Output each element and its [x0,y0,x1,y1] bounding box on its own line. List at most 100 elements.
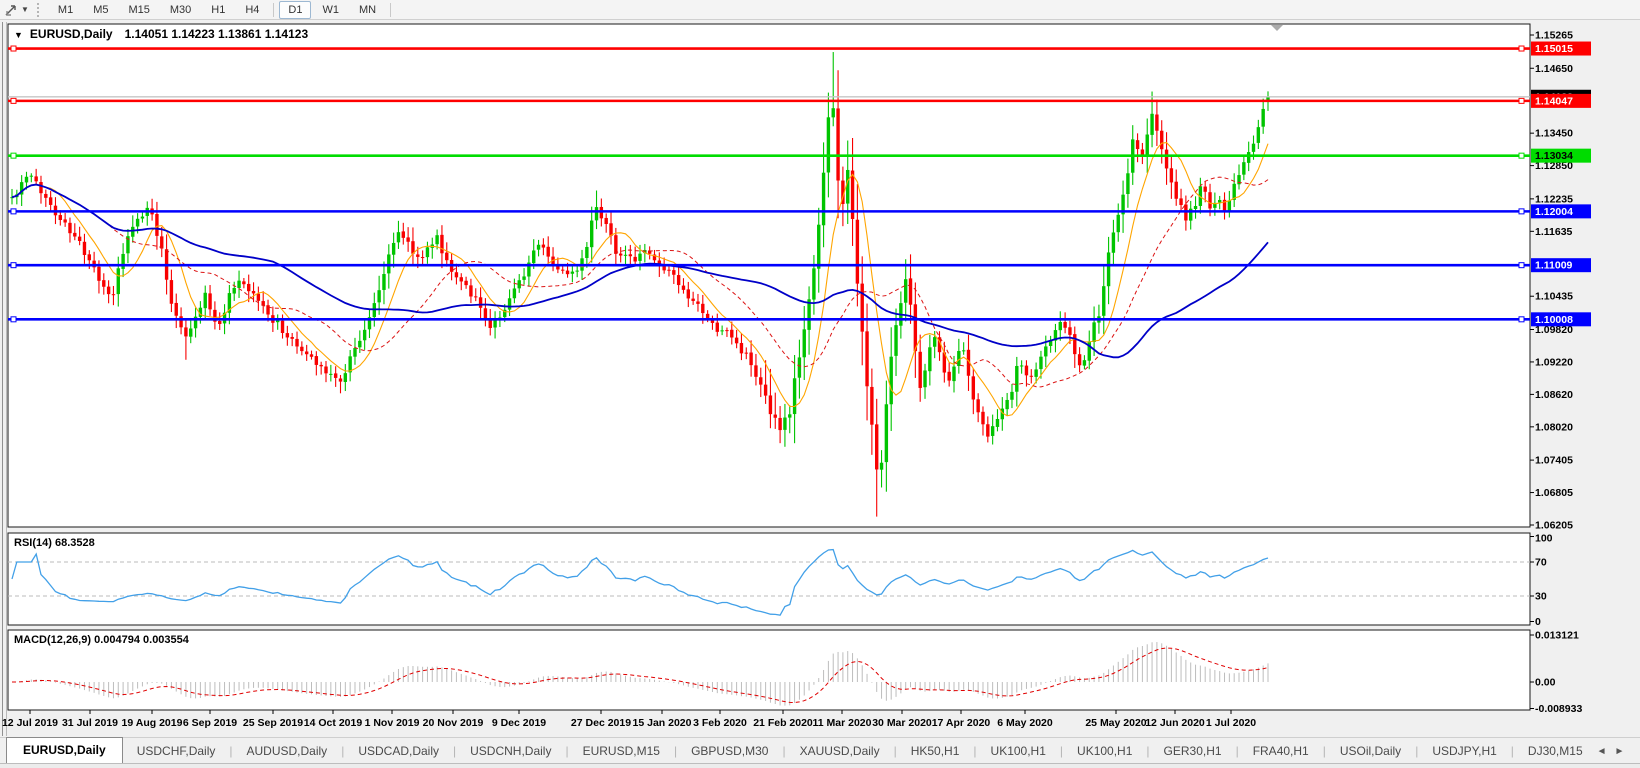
timeframe-button-M1[interactable]: M1 [49,1,82,19]
tab-scroll-left-icon[interactable]: ◄ [1597,746,1615,757]
macd-indicator-label: MACD(12,26,9) 0.004794 0.003554 [14,634,189,646]
symbol-tab-FRA40-H1[interactable]: FRA40,H1 [1239,740,1323,763]
date-tick-label: 6 May 2020 [997,717,1053,729]
price-tick-label: 1.10435 [1535,291,1573,303]
hline-anchor-handle[interactable] [1518,208,1525,215]
hline-anchor-handle[interactable] [1518,152,1525,159]
date-tick-label: 1 Nov 2019 [365,717,420,729]
toolbar-grip[interactable] [36,2,42,17]
hline-price-label: 1.14047 [1535,95,1573,107]
chart-menu-caret-icon[interactable]: ▼ [14,30,23,40]
rsi-tick-label: 100 [1535,533,1553,545]
timeframe-button-M30[interactable]: M30 [161,1,200,19]
date-tick-label: 14 Oct 2019 [304,717,363,729]
symbol-tab-USDCAD-Daily[interactable]: USDCAD,Daily [344,740,453,763]
price-tick-label: 1.07405 [1535,455,1573,467]
rsi-tick-label: 30 [1535,591,1547,603]
hline-anchor-handle[interactable] [1518,262,1525,269]
tab-scroll-right-icon[interactable]: ► [1615,746,1633,757]
chart-title: ▼ EURUSD,Daily 1.14051 1.14223 1.13861 1.… [14,27,308,41]
rsi-tick-label: 0 [1535,616,1541,628]
price-tick-label: 1.15265 [1535,30,1573,42]
timeframe-button-MN[interactable]: MN [350,1,385,19]
timeframe-button-D1[interactable]: D1 [279,0,312,19]
hline-anchor-handle[interactable] [10,97,17,104]
macd-tick-label: -0.008933 [1535,703,1582,715]
macd-axis: 0.013121 0.00 -0.008933 [1530,630,1582,715]
dropdown-caret-icon[interactable]: ▼ [21,5,29,14]
price-tick-label: 1.08020 [1535,421,1573,433]
date-tick-label: 3 Feb 2020 [693,717,747,729]
symbol-tab-USDCNH-Daily[interactable]: USDCNH,Daily [456,740,565,763]
date-tick-label: 12 Jul 2019 [2,717,58,729]
symbol-tab-USOil-Daily[interactable]: USOil,Daily [1326,740,1415,763]
crosshair-arrows-icon [5,4,16,16]
date-tick-label: 6 Sep 2019 [183,717,237,729]
main-price-pane[interactable] [7,23,1531,528]
rsi-indicator-label: RSI(14) 68.3528 [14,537,95,549]
hline-anchor-handle[interactable] [1518,97,1525,104]
date-axis[interactable]: 12 Jul 2019 31 Jul 2019 19 Aug 2019 6 Sep 2… [2,710,1256,729]
date-tick-label: 20 Nov 2019 [423,717,484,729]
hline-anchor-handle[interactable] [10,208,17,215]
symbol-tab-EURUSD-Daily[interactable]: EURUSD,Daily [6,737,123,763]
date-tick-label: 11 Mar 2020 [813,717,872,729]
toolbar-separator [390,2,392,17]
rsi-pane[interactable] [7,532,1531,626]
macd-tick-label: 0.013121 [1535,630,1579,642]
price-tick-label: 1.09220 [1535,356,1573,368]
price-axis[interactable]: 1.152651.146501.134501.128501.122351.116… [1530,30,1591,532]
date-tick-label: 9 Dec 2019 [492,717,546,729]
timeframe-button-M15[interactable]: M15 [119,1,158,19]
hline-anchor-handle[interactable] [10,45,17,52]
price-tick-label: 1.14650 [1535,63,1573,75]
symbol-tab-USDCHF-Daily[interactable]: USDCHF,Daily [123,740,230,763]
date-tick-label: 27 Dec 2019 [571,717,631,729]
symbol-tab-XAUUSD-Daily[interactable]: XAUUSD,Daily [786,740,894,763]
hline-anchor-handle[interactable] [10,152,17,159]
date-tick-label: 21 Feb 2020 [753,717,813,729]
symbol-tab-AUDUSD-Daily[interactable]: AUDUSD,Daily [233,740,342,763]
price-tick-label: 1.13450 [1535,128,1573,140]
date-tick-label: 19 Aug 2019 [122,717,183,729]
symbol-tab-EURUSD-M15[interactable]: EURUSD,M15 [569,740,674,763]
symbol-tab-UK100-H1[interactable]: UK100,H1 [1063,740,1146,763]
rsi-axis: 100 70 30 0 [1530,533,1553,628]
chart-ohlc-values: 1.14051 1.14223 1.13861 1.14123 [124,27,309,41]
symbol-tab-USDJPY-H1[interactable]: USDJPY,H1 [1418,740,1510,763]
symbol-tabs: EURUSD,Daily USDCHF,Daily | AUDUSD,Daily | US… [0,737,1597,763]
symbol-tab-DJ30-M15[interactable]: DJ30,M15 [1514,740,1597,763]
hline-anchor-handle[interactable] [10,316,17,323]
status-strip [0,763,1640,768]
rsi-tick-label: 70 [1535,557,1547,569]
date-tick-label: 12 Jun 2020 [1145,717,1205,729]
date-tick-label: 25 Sep 2019 [243,717,303,729]
symbol-tab-GER30-H1[interactable]: GER30,H1 [1150,740,1236,763]
price-tick-label: 1.11635 [1535,226,1573,238]
hline-anchor-handle[interactable] [1518,316,1525,323]
timeframe-buttons: M1 M5 M15 M30 H1 H4 D1 W1 MN [48,0,395,19]
symbol-tab-HK50-H1[interactable]: HK50,H1 [897,740,974,763]
tab-scroll-arrows: ◄► [1597,746,1640,763]
hline-price-label: 1.15015 [1535,43,1573,55]
timeframe-button-M5[interactable]: M5 [84,1,117,19]
date-tick-label: 15 Jan 2020 [633,717,692,729]
chart-canvas[interactable]: 1.152651.146501.134501.128501.122351.116… [0,0,1640,737]
price-tick-label: 1.06805 [1535,487,1573,499]
hline-price-label: 1.13034 [1535,150,1573,162]
date-tick-label: 30 Mar 2020 [872,717,932,729]
date-tick-label: 25 May 2020 [1085,717,1146,729]
hline-anchor-handle[interactable] [1518,45,1525,52]
timeframe-button-H4[interactable]: H4 [236,1,268,19]
timeframe-button-W1[interactable]: W1 [313,1,348,19]
symbol-tab-GBPUSD-M30[interactable]: GBPUSD,M30 [677,740,782,763]
hline-anchor-handle[interactable] [10,262,17,269]
hline-price-label: 1.10008 [1535,314,1573,326]
timeframe-button-H1[interactable]: H1 [202,1,234,19]
symbol-tab-UK100-H1[interactable]: UK100,H1 [977,740,1060,763]
date-tick-label: 1 Jul 2020 [1206,717,1256,729]
cursor-tool-icon[interactable]: ▼ [0,1,33,19]
hline-price-label: 1.11009 [1535,260,1573,272]
symbol-tabbar: EURUSD,Daily USDCHF,Daily | AUDUSD,Daily | US… [0,737,1640,763]
price-tick-label: 1.12235 [1535,193,1573,205]
